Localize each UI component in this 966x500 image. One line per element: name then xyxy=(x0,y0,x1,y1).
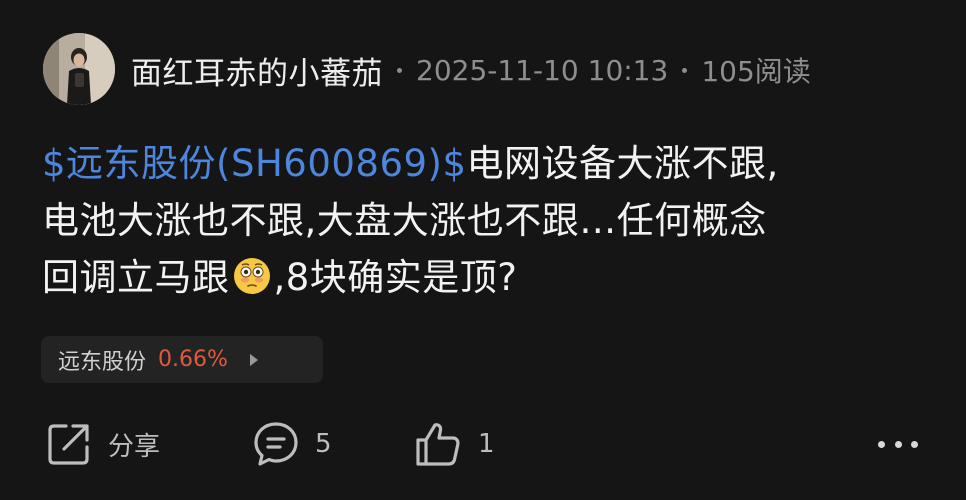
post-text: 回调立马跟 xyxy=(42,256,230,299)
share-icon xyxy=(48,424,89,465)
thumbs-up-icon xyxy=(416,423,460,466)
separator-dot xyxy=(397,67,402,73)
share-button[interactable]: 分享 xyxy=(46,418,160,470)
avatar-photo xyxy=(43,33,115,105)
post-meta: 2025-11-10 10:13 105阅读 xyxy=(383,50,811,90)
post-text: ,8块确实是顶? xyxy=(273,256,518,299)
more-options-icon[interactable] xyxy=(878,438,918,450)
read-count: 105阅读 xyxy=(701,55,811,88)
avatar[interactable] xyxy=(43,33,115,105)
post-header: 面红耳赤的小蕃茄 2025-11-10 10:13 105阅读 xyxy=(131,48,811,92)
flushed-face-icon xyxy=(233,258,270,294)
share-label: 分享 xyxy=(108,431,161,462)
post-timestamp: 2025-11-10 10:13 xyxy=(416,53,669,87)
more-dot xyxy=(878,440,885,448)
post-text: 电网设备大涨不跟, xyxy=(466,142,779,185)
like-button[interactable]: 1 xyxy=(414,418,495,470)
more-dot xyxy=(894,440,902,448)
play-arrow-icon xyxy=(249,353,258,366)
separator-dot xyxy=(682,67,688,73)
like-count: 1 xyxy=(478,429,495,459)
comment-button[interactable]: 5 xyxy=(253,418,332,470)
post-body: $远东股份(SH600869)$电网设备大涨不跟, 电池大涨也不跟,大盘大涨也不… xyxy=(42,135,932,306)
post-line-1: $远东股份(SH600869)$电网设备大涨不跟, xyxy=(42,135,932,192)
comment-count: 5 xyxy=(315,429,332,459)
post-line-3: 回调立马跟 ,8块确实是顶? xyxy=(42,249,932,306)
post-line-2: 电池大涨也不跟,大盘大涨也不跟…任何概念 xyxy=(42,199,767,242)
stock-tag-link[interactable]: $远东股份(SH600869)$ xyxy=(42,142,467,185)
comment-icon xyxy=(254,422,298,466)
more-dot xyxy=(911,440,918,448)
author-name[interactable]: 面红耳赤的小蕃茄 xyxy=(131,48,383,93)
stock-change: 0.66% xyxy=(158,347,228,372)
action-bar: 分享 5 1 xyxy=(0,418,966,470)
stock-quote-chip[interactable]: 远东股份 0.66% xyxy=(41,336,323,383)
stock-name: 远东股份 xyxy=(58,349,147,375)
